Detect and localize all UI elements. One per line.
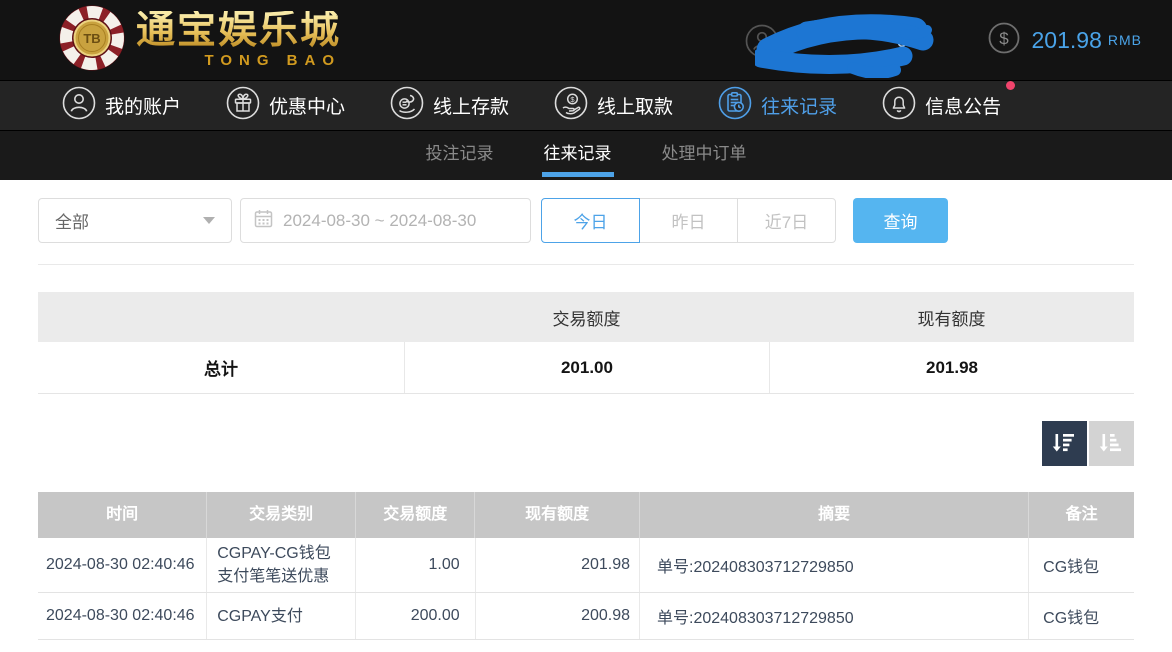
cell-summary: 单号:202408303712729850	[639, 593, 1028, 639]
nav-label: 信息公告	[925, 92, 1001, 119]
sort-ascending-button[interactable]	[1089, 421, 1134, 466]
date-range-value: 2024-08-30 ~ 2024-08-30	[283, 211, 476, 231]
balance-display[interactable]: $ 201.98 RMB	[988, 22, 1142, 59]
tab-label: 处理中订单	[662, 144, 747, 163]
summary-transaction-total: 201.00	[404, 342, 769, 393]
filter-bar: 全部 2024-08-30 ~ 2024-08-30	[38, 198, 1134, 243]
summary-header-transaction: 交易额度	[404, 305, 769, 330]
today-button[interactable]: 今日	[541, 198, 640, 243]
nav-label: 我的账户	[105, 92, 181, 119]
tab-label: 往来记录	[544, 144, 612, 163]
quick-date-button-group: 今日 昨日 近7日	[541, 198, 836, 243]
nav-label: 线上存款	[433, 92, 509, 119]
col-header-remark: 备注	[1028, 492, 1134, 538]
cell-summary: 单号:202408303712729850	[639, 538, 1028, 592]
cell-time: 2024-08-30 02:40:46	[38, 538, 206, 592]
chevron-down-icon	[203, 217, 215, 224]
content-area: 全部 2024-08-30 ~ 2024-08-30	[0, 180, 1172, 640]
nav-item-my-account[interactable]: 我的账户	[62, 86, 181, 126]
nav-item-announcements[interactable]: 信息公告	[882, 86, 1001, 126]
tab-processing-orders[interactable]: 处理中订单	[660, 131, 749, 180]
cell-amount: 1.00	[355, 538, 475, 592]
balance-currency: RMB	[1108, 32, 1142, 48]
bell-icon	[882, 86, 916, 126]
table-row: 2024-08-30 02:40:46 CGPAY-CG钱包支付笔笔送优惠 1.…	[38, 538, 1134, 593]
col-header-summary: 摘要	[639, 492, 1028, 538]
nav-label: 线上取款	[597, 92, 673, 119]
section-divider	[38, 264, 1134, 265]
cell-time: 2024-08-30 02:40:46	[38, 593, 206, 639]
table-row: 2024-08-30 02:40:46 CGPAY支付 200.00 200.9…	[38, 593, 1134, 640]
dollar-coin-icon: $	[988, 22, 1020, 59]
col-header-balance: 现有额度	[474, 492, 638, 538]
logo-subtitle: TONG BAO	[136, 52, 341, 69]
nav-item-withdraw[interactable]: $ 线上取款	[554, 86, 673, 126]
tab-label: 投注记录	[426, 144, 494, 163]
last-7-days-button[interactable]: 近7日	[737, 198, 836, 243]
gift-icon	[226, 86, 260, 126]
yesterday-button[interactable]: 昨日	[639, 198, 738, 243]
sort-ascending-icon	[1098, 429, 1125, 459]
main-nav: 我的账户 优惠中心	[0, 80, 1172, 131]
poker-chip-icon: TB	[58, 4, 126, 77]
query-button[interactable]: 查询	[853, 198, 948, 243]
cell-balance: 200.98	[475, 593, 639, 639]
summary-balance-total: 201.98	[769, 342, 1134, 393]
col-header-type: 交易类别	[206, 492, 355, 538]
tab-betting-records[interactable]: 投注记录	[424, 131, 496, 180]
cell-remark: CG钱包	[1028, 538, 1134, 592]
sort-controls	[38, 421, 1134, 466]
cell-type: CGPAY支付	[206, 593, 355, 639]
tab-transaction-records[interactable]: 往来记录	[542, 131, 614, 180]
col-header-amount: 交易额度	[355, 492, 474, 538]
summary-table: 交易额度 现有额度 总计 201.00 201.98	[38, 292, 1134, 394]
summary-header-row: 交易额度 现有额度	[38, 292, 1134, 342]
cell-amount: 200.00	[355, 593, 475, 639]
notification-badge-dot	[1006, 81, 1015, 90]
summary-total-row: 总计 201.00 201.98	[38, 342, 1134, 393]
col-header-time: 时间	[38, 492, 206, 538]
transaction-records-page: TB 通宝娱乐城 TONG BAO 0	[0, 0, 1172, 652]
nav-item-promotions[interactable]: 优惠中心	[226, 86, 345, 126]
summary-header-balance: 现有额度	[769, 305, 1134, 330]
nav-label: 优惠中心	[269, 92, 345, 119]
summary-total-label: 总计	[38, 355, 404, 380]
nav-item-transaction-records[interactable]: 往来记录	[718, 86, 837, 126]
user-icon	[62, 86, 96, 126]
logo-title: 通宝娱乐城	[136, 11, 341, 50]
logo-text: 通宝娱乐城 TONG BAO	[136, 11, 341, 69]
svg-text:$: $	[999, 29, 1009, 48]
type-select[interactable]: 全部	[38, 198, 232, 243]
masked-username-scribble	[755, 6, 945, 78]
nav-label: 往来记录	[761, 92, 837, 119]
nav-item-deposit[interactable]: 线上存款	[390, 86, 509, 126]
withdraw-icon: $	[554, 86, 588, 126]
transactions-table: 时间 交易类别 交易额度 现有额度 摘要 备注 2024-08-30 02:40…	[38, 492, 1134, 640]
active-tab-underline	[542, 172, 614, 177]
balance-amount: 201.98	[1032, 27, 1102, 54]
cell-remark: CG钱包	[1028, 593, 1134, 639]
top-bar: TB 通宝娱乐城 TONG BAO 0	[0, 0, 1172, 80]
user-account-area[interactable]: 0	[737, 4, 952, 76]
calendar-icon	[253, 208, 274, 234]
cell-type: CGPAY-CG钱包支付笔笔送优惠	[206, 538, 355, 592]
site-logo[interactable]: TB 通宝娱乐城 TONG BAO	[58, 4, 341, 77]
records-icon	[718, 86, 752, 126]
table-header-row: 时间 交易类别 交易额度 现有额度 摘要 备注	[38, 492, 1134, 538]
sub-nav: 投注记录 往来记录 处理中订单	[0, 131, 1172, 180]
top-bar-right: 0 $ 201.	[737, 4, 1142, 76]
sort-descending-icon	[1051, 429, 1078, 459]
cell-balance: 201.98	[475, 538, 639, 592]
date-range-picker[interactable]: 2024-08-30 ~ 2024-08-30	[240, 198, 531, 243]
sort-descending-button[interactable]	[1042, 421, 1087, 466]
type-select-value: 全部	[55, 208, 89, 233]
deposit-icon	[390, 86, 424, 126]
svg-text:TB: TB	[83, 31, 100, 46]
